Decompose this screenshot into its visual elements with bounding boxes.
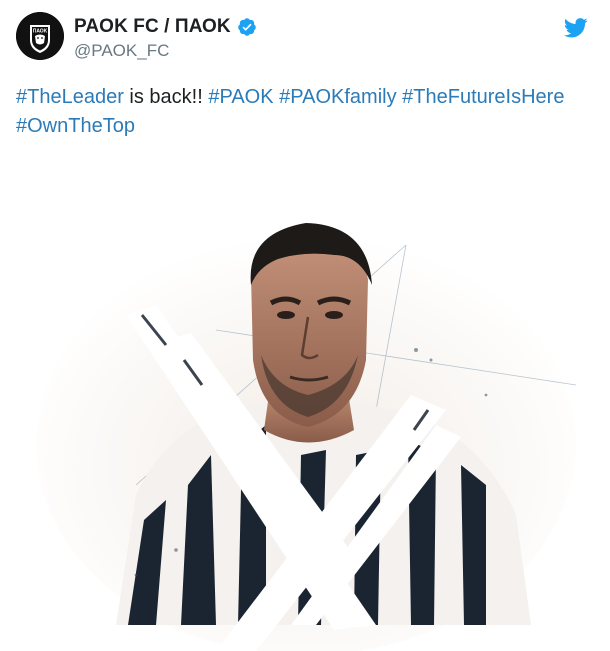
hashtag-paokfamily[interactable]: #PAOKfamily xyxy=(279,86,396,108)
embedded-tweet: ΠΑΟΚ PAOK FC / ΠΑΟΚ @PAOK_FC #TheLeader … xyxy=(0,0,610,651)
profile-avatar[interactable]: ΠΑΟΚ xyxy=(16,12,64,60)
author-block: PAOK FC / ΠΑΟΚ @PAOK_FC xyxy=(74,16,257,61)
tweet-text-segment: is back!! xyxy=(123,86,209,108)
verified-badge-icon xyxy=(238,18,256,36)
name-row: PAOK FC / ΠΑΟΚ xyxy=(74,16,257,38)
tweet-text: #TheLeader is back!! #PAOK #PAOKfamily #… xyxy=(16,83,594,141)
twitter-bird-icon[interactable] xyxy=(564,18,588,38)
svg-text:ΠΑΟΚ: ΠΑΟΚ xyxy=(33,29,48,35)
hashtag-thefutureishere[interactable]: #TheFutureIsHere xyxy=(402,86,564,108)
paok-logo-icon: ΠΑΟΚ xyxy=(16,12,64,60)
tweet-media-image[interactable] xyxy=(16,155,594,651)
hashtag-paok[interactable]: #PAOK xyxy=(208,86,273,108)
hashtag-ownthetop[interactable]: #OwnTheTop xyxy=(16,115,135,137)
user-handle[interactable]: @PAOK_FC xyxy=(74,41,257,61)
display-name[interactable]: PAOK FC / ΠΑΟΚ xyxy=(74,16,231,38)
player-portrait-illustration xyxy=(16,155,594,651)
hashtag-theleader[interactable]: #TheLeader xyxy=(16,86,124,108)
